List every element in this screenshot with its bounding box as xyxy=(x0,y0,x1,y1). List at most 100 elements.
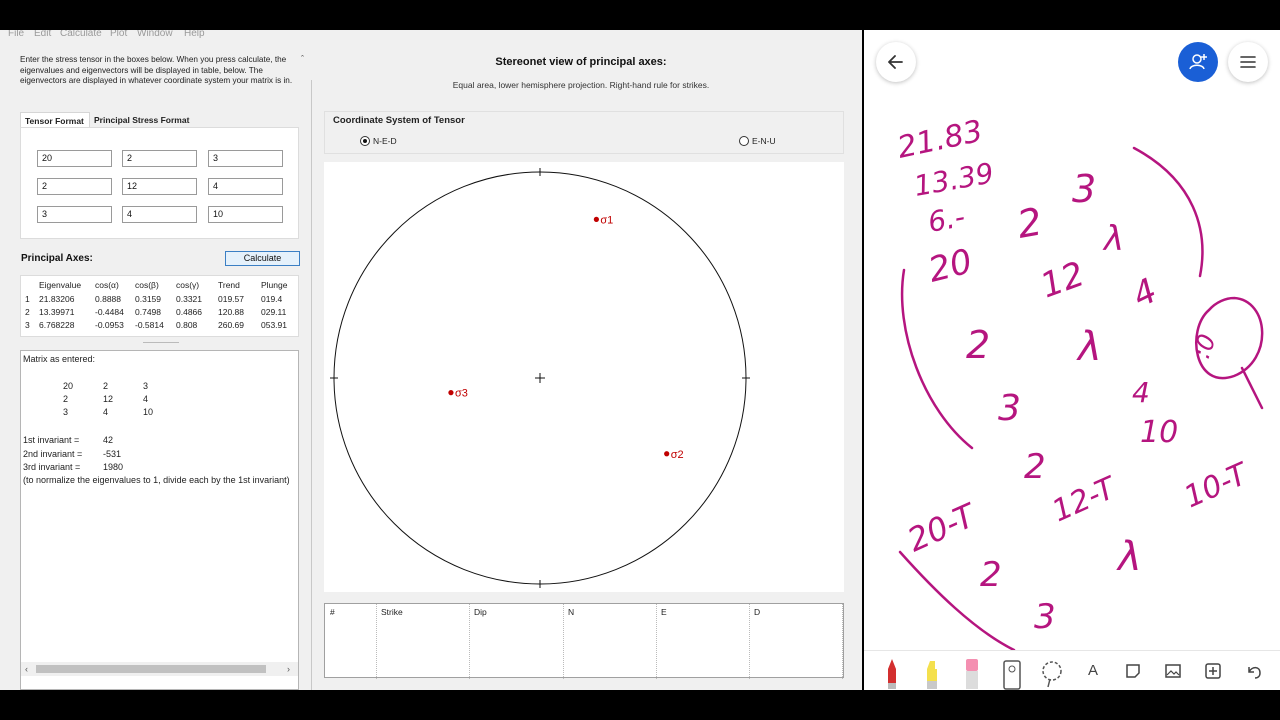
radio-enu[interactable] xyxy=(739,136,749,146)
tensor-cell-1-2[interactable]: 2 xyxy=(122,150,197,167)
menu-calculate[interactable]: Calculate xyxy=(60,30,102,39)
menu-button[interactable] xyxy=(1228,42,1268,82)
col-header-plunge: Plunge xyxy=(261,280,288,290)
principal-axes-table: Eigenvalue cos(α) cos(β) cos(γ) Trend Pl… xyxy=(20,275,299,337)
matrix-output-text: Matrix as entered: 20 2 3 2 12 4 3 4 10 … xyxy=(20,350,299,690)
menu-plot[interactable]: Plot xyxy=(110,30,127,39)
ink-eig3: 6.- xyxy=(925,200,967,239)
tensor-cell-2-1[interactable]: 2 xyxy=(37,178,112,195)
invariant-1-value: 42 xyxy=(103,435,114,445)
tensor-input-grid: 20 2 3 2 12 4 3 4 10 xyxy=(20,127,299,239)
invariant-3-label: 3rd invariant = xyxy=(23,462,81,472)
row2-eigenvalue: 13.39971 xyxy=(39,307,75,317)
col-header-trend: Trend xyxy=(218,280,240,290)
whiteboard[interactable]: 21.83 13.39 6.- 20 2 3 λ 12 4 2 λ 3 4 10… xyxy=(864,30,1280,690)
stereonet-subtitle: Equal area, lower hemisphere projection.… xyxy=(452,80,710,90)
axis-label-2: σ2 xyxy=(671,449,684,461)
row2-cos-beta: 0.7498 xyxy=(135,307,161,317)
row2-trend: 120.88 xyxy=(218,307,244,317)
panel-resize-grip[interactable] xyxy=(143,342,179,344)
row2-cos-alpha: -0.4484 xyxy=(95,307,124,317)
slash-stroke xyxy=(1240,366,1264,410)
menu-help[interactable]: Help xyxy=(184,30,205,39)
share-user-button[interactable] xyxy=(1178,42,1218,82)
tensor-cell-1-1[interactable]: 20 xyxy=(37,150,112,167)
tensor-cell-2-3[interactable]: 4 xyxy=(208,178,283,195)
row3-cos-gamma: 0.808 xyxy=(176,320,198,330)
ink-r3c3: 10 xyxy=(1140,415,1178,450)
invariant-2-value: -531 xyxy=(103,449,122,459)
highlighter-icon xyxy=(927,661,937,689)
principal-axes-title: Principal Axes: xyxy=(21,253,93,264)
ink-text: 21.83 13.39 6.- 20 2 3 λ 12 4 2 λ 3 4 10… xyxy=(894,114,1255,637)
normalize-note: (to normalize the eigenvalues to 1, divi… xyxy=(23,475,290,485)
tensor-cell-2-2[interactable]: 12 xyxy=(122,178,197,195)
ruler-tool[interactable] xyxy=(998,657,1026,690)
ink-eig2: 13.39 xyxy=(911,156,996,202)
handwriting-layer: 21.83 13.39 6.- 20 2 3 λ 12 4 2 λ 3 4 10… xyxy=(894,114,1264,650)
strike-col-d: D xyxy=(754,607,761,617)
strike-col-index: # xyxy=(330,607,335,617)
scroll-right-icon[interactable]: › xyxy=(287,662,290,676)
tensor-cell-1-3[interactable]: 3 xyxy=(208,150,283,167)
tensor-cell-3-1[interactable]: 3 xyxy=(37,206,112,223)
col-header-cos-beta: cos(β) xyxy=(135,280,159,290)
back-button[interactable] xyxy=(876,42,916,82)
ink-r2c3: 4 xyxy=(1126,271,1163,316)
pen-tool[interactable] xyxy=(878,657,906,689)
text-tool[interactable]: A xyxy=(1079,657,1107,685)
sticky-note-icon xyxy=(1126,664,1140,678)
highlighter-tool[interactable] xyxy=(918,657,946,689)
collapse-chevron-icon[interactable]: ˆ xyxy=(301,54,304,64)
ink-d21: 2 xyxy=(980,555,1002,595)
strike-col-n: N xyxy=(568,607,575,617)
radio-ned[interactable] xyxy=(360,136,370,146)
calculate-button[interactable]: Calculate xyxy=(225,251,300,266)
matrix-value: 12 xyxy=(103,394,114,404)
axis-label-3: σ3 xyxy=(455,388,468,400)
row1-cos-alpha: 0.8888 xyxy=(95,294,121,304)
back-arrow-icon xyxy=(888,55,903,69)
image-tool[interactable] xyxy=(1159,657,1187,685)
column-divider xyxy=(376,604,377,679)
undo-tool[interactable] xyxy=(1239,657,1267,685)
scroll-left-icon[interactable]: ‹ xyxy=(25,662,28,676)
ink-circled: :0 xyxy=(1187,331,1221,363)
ink-d11: 20-T xyxy=(902,495,983,559)
bracket-right-stroke xyxy=(1132,146,1204,278)
bracket-left-stroke xyxy=(900,268,974,450)
menu-edit[interactable]: Edit xyxy=(34,30,51,39)
menu-bar: File Edit Calculate Plot Window Help xyxy=(0,30,862,40)
tensor-cell-3-3[interactable]: 10 xyxy=(208,206,283,223)
column-divider xyxy=(749,604,750,679)
stereonet-title: Stereonet view of principal axes: xyxy=(495,56,667,68)
sticky-note-tool[interactable] xyxy=(1119,657,1147,685)
menu-window[interactable]: Window xyxy=(137,30,173,39)
matrix-value: 2 xyxy=(63,394,69,404)
ink-lambda-3: λ xyxy=(1116,534,1142,580)
tensor-cell-3-2[interactable]: 4 xyxy=(122,206,197,223)
tab-tensor-format[interactable]: Tensor Format xyxy=(20,112,90,128)
invariant-2-label: 2nd invariant = xyxy=(23,449,83,459)
matrix-value: 2 xyxy=(103,381,109,391)
matrix-value: 3 xyxy=(63,407,69,417)
radio-ned-label: N-E-D xyxy=(373,136,397,146)
scrollbar-thumb[interactable] xyxy=(36,665,266,673)
lasso-tool[interactable] xyxy=(1038,657,1066,688)
ink-r1c1: 20 xyxy=(925,241,977,290)
stereonet-panel: σ1 σ2 σ3 xyxy=(324,162,844,592)
strike-col-dip: Dip xyxy=(474,607,487,617)
horizontal-scrollbar[interactable]: ‹ › xyxy=(21,662,298,676)
menu-file[interactable]: File xyxy=(8,30,24,39)
eraser-tool[interactable] xyxy=(958,657,986,689)
ink-r1c2: 2 xyxy=(1014,199,1045,247)
pane-splitter[interactable] xyxy=(311,80,312,690)
ink-r2c1: 2 xyxy=(966,323,990,367)
row1-index: 1 xyxy=(25,294,30,304)
add-tool[interactable] xyxy=(1199,657,1227,685)
radio-enu-label: E-N-U xyxy=(752,136,776,146)
eraser-icon xyxy=(966,659,978,689)
matrix-value: 20 xyxy=(63,381,74,391)
tab-principal-stress-format[interactable]: Principal Stress Format xyxy=(90,112,194,128)
ink-d33: 10-T xyxy=(1179,456,1255,516)
